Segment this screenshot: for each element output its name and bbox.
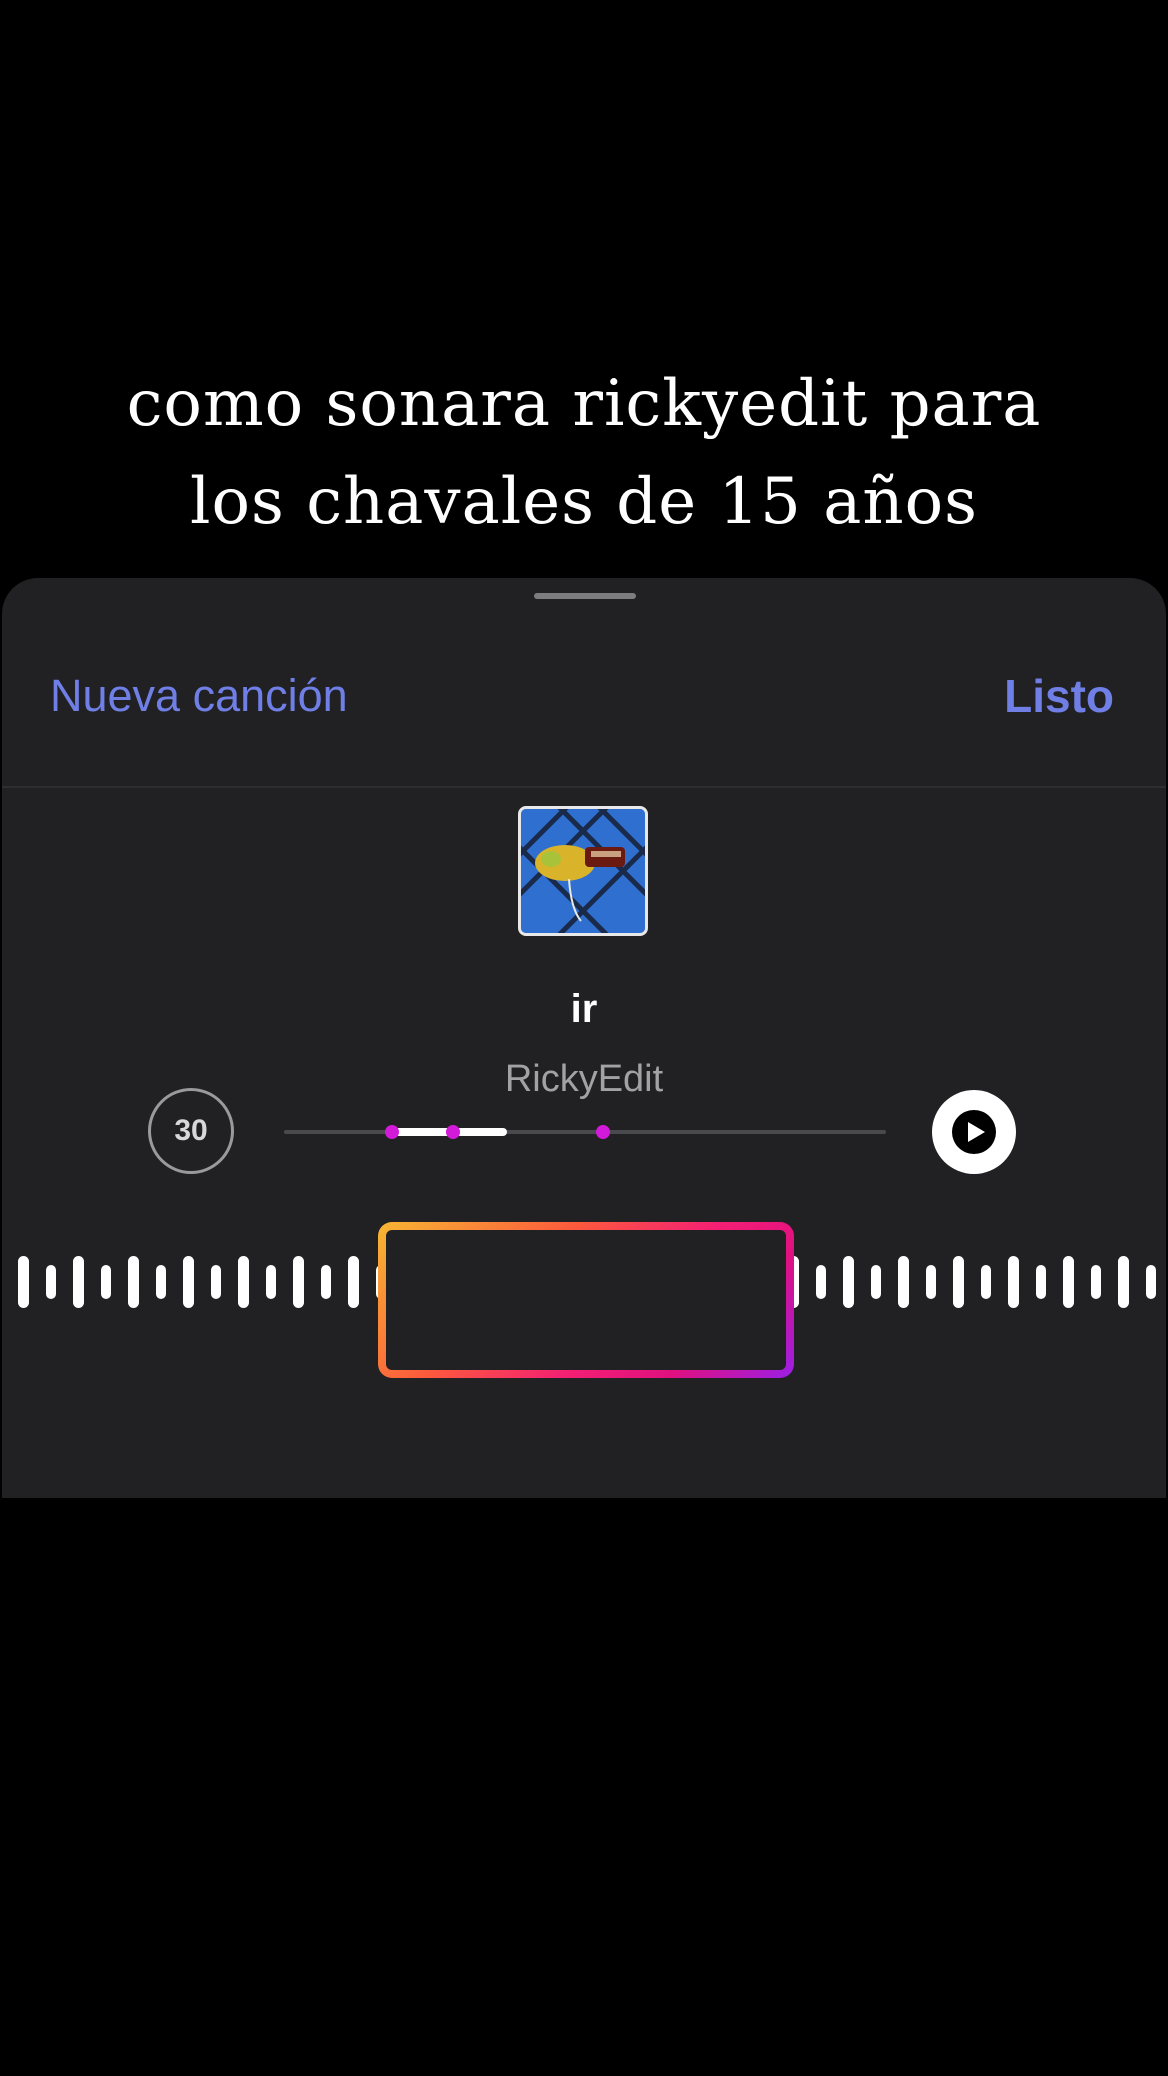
new-song-button[interactable]: Nueva canción bbox=[50, 666, 348, 726]
caption-line-1: como sonara rickyedit para bbox=[126, 367, 1042, 441]
clip-duration-button[interactable]: 30 bbox=[148, 1088, 234, 1174]
waveform-bar bbox=[760, 1254, 771, 1310]
waveform-bar bbox=[183, 1256, 194, 1308]
waveform-bar bbox=[788, 1256, 799, 1308]
waveform-bar bbox=[403, 1244, 414, 1320]
waveform-bar bbox=[1145, 1265, 1156, 1299]
waveform-bar bbox=[430, 1254, 441, 1310]
waveform-bar bbox=[458, 1244, 469, 1320]
waveform-bar bbox=[623, 1244, 634, 1320]
waveform-bar bbox=[1035, 1265, 1046, 1299]
waveform-bar bbox=[568, 1244, 579, 1320]
header-divider bbox=[2, 786, 1166, 788]
waveform-bar bbox=[733, 1244, 744, 1320]
song-title: ir bbox=[570, 987, 598, 1031]
waveform-bar bbox=[320, 1265, 331, 1299]
waveform-bar bbox=[650, 1254, 661, 1310]
waveform-bar bbox=[513, 1244, 524, 1320]
waveform-bar bbox=[540, 1254, 551, 1310]
waveform-bar bbox=[18, 1256, 29, 1308]
waveform-bar bbox=[210, 1265, 221, 1299]
play-button[interactable] bbox=[932, 1090, 1016, 1174]
waveform-bar bbox=[925, 1265, 936, 1299]
waveform-bar bbox=[678, 1244, 689, 1320]
waveform-bar bbox=[870, 1265, 881, 1299]
waveform-bar bbox=[705, 1254, 716, 1310]
waveform-bar bbox=[843, 1256, 854, 1308]
waveform-bar bbox=[1008, 1256, 1019, 1308]
waveform-bar bbox=[265, 1265, 276, 1299]
waveform-bar bbox=[238, 1256, 249, 1308]
waveform-bar bbox=[980, 1265, 991, 1299]
video-caption: como sonara rickyedit para los chavales … bbox=[0, 355, 1168, 551]
sheet-grabber[interactable] bbox=[534, 593, 636, 599]
waveform-bar bbox=[293, 1256, 304, 1308]
waveform-bar bbox=[45, 1265, 56, 1299]
waveform-bar bbox=[348, 1256, 359, 1308]
done-button[interactable]: Listo bbox=[1004, 666, 1114, 726]
waveform-bar bbox=[485, 1254, 496, 1310]
waveform-bar bbox=[375, 1265, 386, 1299]
waveform-bar bbox=[100, 1265, 111, 1299]
progress-marker bbox=[385, 1125, 400, 1139]
caption-line-2: los chavales de 15 años bbox=[190, 465, 978, 539]
waveform-bar bbox=[155, 1265, 166, 1299]
audio-waveform[interactable] bbox=[2, 1218, 1166, 1398]
play-icon bbox=[932, 1090, 1016, 1174]
waveform-bar bbox=[953, 1256, 964, 1308]
album-art bbox=[518, 806, 648, 936]
music-picker-sheet: Nueva canción Listo ir RickyEdit 30 bbox=[2, 578, 1166, 1498]
waveform-bar bbox=[73, 1256, 84, 1308]
song-progress-track[interactable] bbox=[284, 1125, 886, 1139]
waveform-bar bbox=[815, 1265, 826, 1299]
waveform-bar bbox=[898, 1256, 909, 1308]
progress-marker bbox=[596, 1125, 611, 1139]
waveform-bar bbox=[128, 1256, 139, 1308]
progress-marker bbox=[445, 1125, 460, 1139]
waveform-bar bbox=[1063, 1256, 1074, 1308]
waveform-bar bbox=[595, 1254, 606, 1310]
waveform-bar bbox=[1118, 1256, 1129, 1308]
waveform-bar bbox=[1090, 1265, 1101, 1299]
